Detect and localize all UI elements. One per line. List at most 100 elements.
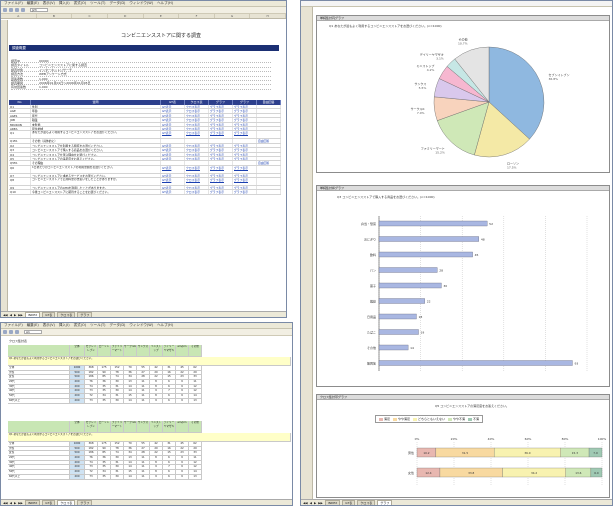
table-link[interactable]: クロス表示 [185, 126, 209, 131]
table-link[interactable]: クロス表示 [185, 143, 209, 148]
menu-data[interactable]: データ(D) [109, 1, 125, 6]
sheet-tab[interactable]: INDEX [324, 500, 341, 505]
sheet-tab[interactable]: グラフ [77, 500, 93, 505]
table-link[interactable]: GT表示 [161, 113, 185, 118]
table-link[interactable]: グラフ表示 [233, 178, 257, 186]
tab-scroll-icon[interactable]: ▶ [14, 501, 16, 505]
sheet-tab[interactable]: クロス表 [357, 500, 376, 505]
new-icon[interactable] [3, 8, 7, 12]
sheet-tab[interactable]: グラフ [77, 312, 93, 317]
sheet-tab[interactable]: INDEX [24, 500, 41, 505]
menu-tools[interactable]: ツール(T) [90, 323, 105, 328]
print-icon[interactable] [21, 8, 25, 12]
save-icon[interactable] [15, 8, 19, 12]
table-link[interactable]: グラフ表示 [209, 190, 233, 194]
table-link[interactable]: グラフ表示 [209, 165, 233, 173]
save-icon[interactable] [15, 330, 19, 334]
table-link[interactable]: GT表示 [161, 126, 185, 131]
menu-data[interactable]: データ(D) [109, 323, 125, 328]
table-link[interactable]: グラフ表示 [209, 126, 233, 131]
menu-window[interactable]: ウィンドウ(W) [129, 323, 153, 328]
tab-scroll-icon[interactable]: ◀ [10, 313, 12, 317]
name-box[interactable]: J23 [30, 8, 48, 12]
menu-window[interactable]: ウィンドウ(W) [129, 1, 153, 6]
table-link[interactable]: グラフ表示 [209, 109, 233, 113]
table-link[interactable]: クロス表示 [185, 152, 209, 156]
table-link[interactable]: GT表示 [161, 173, 185, 178]
table-link[interactable]: グラフ表示 [209, 143, 233, 148]
tab-scroll-icon[interactable]: ▶▶ [18, 501, 23, 505]
table-link[interactable]: クロス表示 [185, 113, 209, 118]
table-link[interactable]: グラフ表示 [233, 113, 257, 118]
table-link[interactable]: クロス表示 [185, 165, 209, 173]
table-link[interactable]: グラフ表示 [233, 152, 257, 156]
table-link[interactable]: グラフ表示 [209, 113, 233, 118]
table-link[interactable]: クロス表示 [185, 186, 209, 190]
table-link[interactable]: 自由回答 [257, 161, 281, 165]
menu-file[interactable]: ファイル(F) [4, 323, 23, 328]
table-link[interactable]: クロス表示 [185, 190, 209, 194]
table-link[interactable]: GT表示 [161, 156, 185, 161]
sheet-tab[interactable]: クロス表 [57, 312, 76, 317]
table-link[interactable]: GT表示 [161, 122, 185, 126]
tab-scroll-icon[interactable]: ▶▶ [18, 313, 23, 317]
sheet-tab[interactable]: GT表 [342, 500, 356, 505]
tab-scroll-icon[interactable]: ◀◀ [3, 313, 8, 317]
tab-scroll-icon[interactable]: ▶ [14, 313, 16, 317]
menu-tools[interactable]: ツール(T) [90, 1, 105, 6]
table-link[interactable]: グラフ表示 [209, 122, 233, 126]
table-link[interactable]: グラフ表示 [233, 173, 257, 178]
tab-scroll-icon[interactable]: ◀ [10, 501, 12, 505]
menu-insert[interactable]: 挿入(I) [59, 323, 70, 328]
table-link[interactable]: クロス表示 [185, 148, 209, 152]
menu-insert[interactable]: 挿入(I) [59, 1, 70, 6]
open-icon[interactable] [9, 330, 13, 334]
table-link[interactable]: クロス表示 [185, 156, 209, 161]
name-box[interactable]: A1 [24, 330, 42, 334]
table-link[interactable]: グラフ表示 [233, 126, 257, 131]
table-link[interactable]: グラフ表示 [233, 148, 257, 152]
sheet-tab[interactable]: クロス表 [57, 500, 76, 505]
table-link[interactable]: クロス表示 [185, 122, 209, 126]
table-link[interactable]: グラフ表示 [209, 156, 233, 161]
table-link[interactable]: GT表示 [161, 105, 185, 109]
menu-help[interactable]: ヘルプ(H) [157, 323, 173, 328]
table-link[interactable]: グラフ表示 [209, 178, 233, 186]
sheet-tab[interactable]: INDEX [24, 312, 41, 317]
tab-scroll-icon[interactable]: ▶▶ [318, 501, 323, 505]
table-link[interactable]: クロス表示 [185, 109, 209, 113]
tab-scroll-icon[interactable]: ▶ [314, 501, 316, 505]
table-link[interactable]: GT表示 [161, 148, 185, 152]
sheet-tab[interactable]: GT表 [42, 312, 56, 317]
menu-format[interactable]: 書式(O) [74, 323, 87, 328]
table-link[interactable]: グラフ表示 [233, 156, 257, 161]
table-link[interactable]: GT表示 [161, 143, 185, 148]
table-link[interactable]: グラフ表示 [209, 131, 233, 139]
table-link[interactable]: グラフ表示 [209, 148, 233, 152]
table-link[interactable]: グラフ表示 [233, 109, 257, 113]
table-link[interactable]: GT表示 [161, 118, 185, 122]
table-link[interactable]: グラフ表示 [233, 118, 257, 122]
menu-edit[interactable]: 編集(E) [27, 323, 39, 328]
tab-scroll-icon[interactable]: ◀◀ [3, 501, 8, 505]
table-link[interactable]: グラフ表示 [233, 131, 257, 139]
table-link[interactable]: グラフ表示 [209, 105, 233, 109]
menu-help[interactable]: ヘルプ(H) [157, 1, 173, 6]
table-link[interactable]: GT表示 [161, 109, 185, 113]
table-link[interactable]: GT表示 [161, 186, 185, 190]
table-link[interactable]: グラフ表示 [233, 122, 257, 126]
tab-scroll-icon[interactable]: ◀◀ [303, 501, 308, 505]
menu-format[interactable]: 書式(O) [74, 1, 87, 6]
menu-edit[interactable]: 編集(E) [27, 1, 39, 6]
tab-scroll-icon[interactable]: ◀ [310, 501, 312, 505]
table-link[interactable]: クロス表示 [185, 173, 209, 178]
table-link[interactable]: グラフ表示 [233, 143, 257, 148]
table-link[interactable]: グラフ表示 [233, 165, 257, 173]
menu-view[interactable]: 表示(V) [43, 1, 55, 6]
table-link[interactable]: グラフ表示 [233, 105, 257, 109]
menu-file[interactable]: ファイル(F) [4, 1, 23, 6]
table-link[interactable]: グラフ表示 [233, 190, 257, 194]
table-link[interactable]: グラフ表示 [209, 186, 233, 190]
table-link[interactable]: GT表示 [161, 131, 185, 139]
sheet-tab[interactable]: GT表 [42, 500, 56, 505]
